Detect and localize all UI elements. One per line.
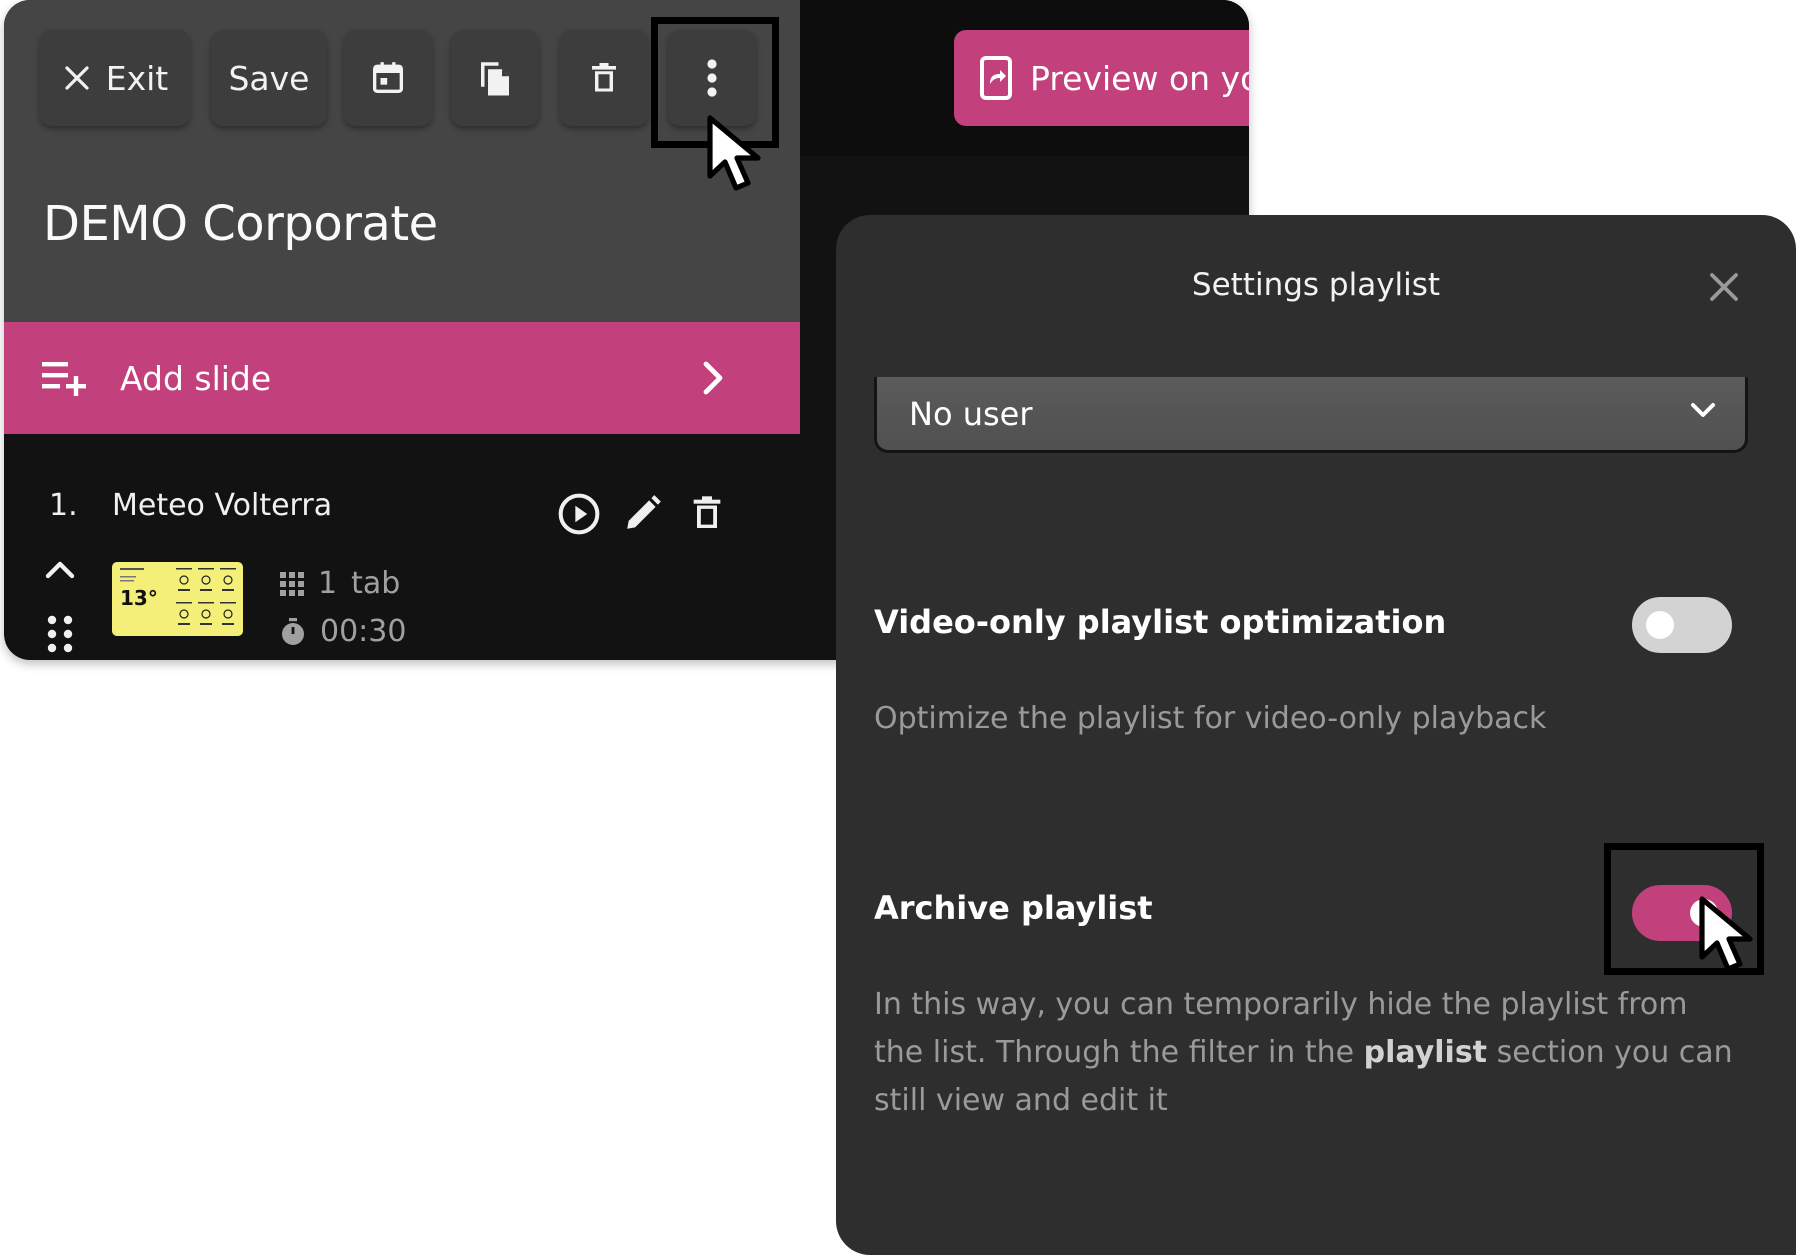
exit-button[interactable]: Exit: [40, 30, 190, 126]
calendar-icon: [373, 62, 403, 94]
duplicate-button[interactable]: [451, 30, 539, 126]
phone-share-icon: [980, 56, 1012, 100]
playlist-title: DEMO Corporate: [43, 196, 438, 252]
more-options-button[interactable]: [668, 30, 756, 126]
trash-icon: [592, 63, 616, 92]
preview-button-label: Preview on you: [1030, 58, 1249, 98]
slide-tabs-count: 1 tab: [280, 566, 400, 601]
thumbnail-temperature: 13°: [120, 586, 158, 610]
playlist-add-icon: [42, 362, 86, 396]
chevron-right-icon: [703, 361, 723, 395]
video-only-option-description: Optimize the playlist for video-only pla…: [874, 701, 1547, 736]
pencil-icon[interactable]: [622, 492, 664, 534]
archive-option-title: Archive playlist: [874, 889, 1153, 927]
chevron-down-icon: [1691, 403, 1715, 417]
slide-number: 1.: [49, 488, 78, 523]
settings-title: Settings playlist: [1191, 267, 1441, 303]
close-icon: [65, 66, 89, 90]
exit-button-label: Exit: [105, 58, 169, 98]
archive-desc-playlist-link: playlist: [1363, 1035, 1488, 1070]
user-select[interactable]: No user: [874, 377, 1748, 453]
add-slide-label: Add slide: [120, 358, 272, 398]
delete-playlist-button[interactable]: [560, 30, 648, 126]
save-button-label: Save: [228, 58, 310, 98]
toggle-knob: [1646, 611, 1674, 639]
play-circle-icon[interactable]: [557, 492, 601, 536]
mouse-cursor-icon: [1699, 896, 1753, 972]
tabs-count-value: 1: [318, 566, 338, 601]
save-button[interactable]: Save: [211, 30, 327, 126]
video-only-toggle[interactable]: [1632, 597, 1732, 653]
grid-icon: [280, 571, 304, 596]
settings-playlist-dialog: Settings playlist No user Video-only pla…: [836, 215, 1796, 1255]
mouse-cursor-icon: [707, 115, 761, 191]
chevron-up-icon[interactable]: [44, 558, 76, 582]
user-select-value: No user: [909, 394, 1033, 433]
schedule-button[interactable]: [344, 30, 432, 126]
add-slide-button[interactable]: Add slide: [4, 322, 800, 434]
close-icon[interactable]: [1708, 271, 1740, 303]
timer-icon: [282, 617, 304, 645]
slide-duration: 00:30: [280, 614, 406, 649]
trash-icon[interactable]: [687, 492, 727, 534]
more-vert-icon: [707, 59, 717, 97]
archive-option-description: In this way, you can temporarily hide th…: [874, 981, 1734, 1125]
tabs-count-label: tab: [351, 566, 401, 601]
copy-icon: [481, 62, 509, 96]
slide-thumbnail[interactable]: 13°: [112, 562, 243, 636]
drag-handle-icon[interactable]: [44, 614, 76, 654]
duration-value: 00:30: [320, 614, 407, 649]
preview-on-device-button[interactable]: Preview on you: [954, 30, 1249, 126]
slide-name: Meteo Volterra: [112, 488, 333, 523]
video-only-option-title: Video-only playlist optimization: [874, 603, 1447, 641]
